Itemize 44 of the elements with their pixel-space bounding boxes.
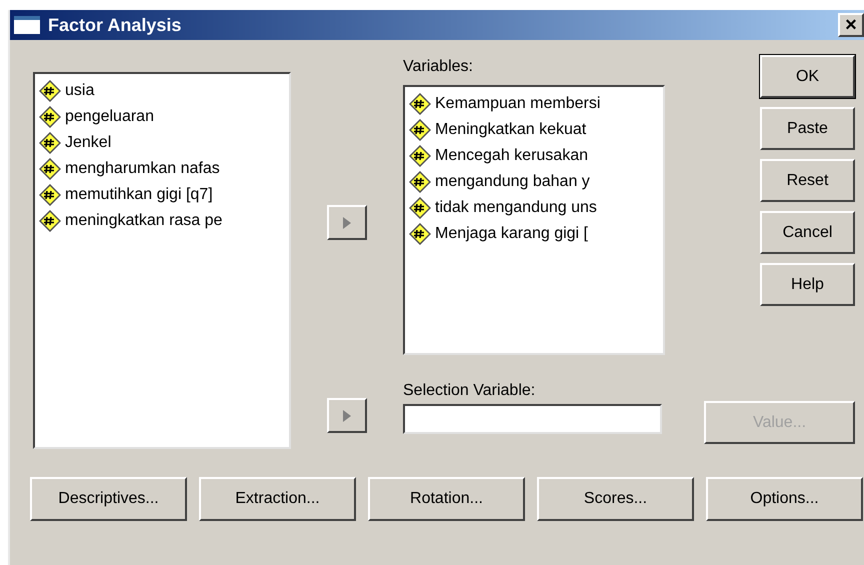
variable-item[interactable]: meningkatkan rasa pe: [39, 208, 289, 234]
variable-item[interactable]: pengeluaran: [39, 104, 289, 130]
play-arrow-icon: [343, 410, 351, 422]
close-button[interactable]: ×: [838, 13, 864, 37]
dialog-button[interactable]: Descriptives...: [30, 477, 187, 521]
window-icon: [14, 16, 40, 34]
numeric-variable-icon: [39, 210, 61, 232]
variable-item[interactable]: tidak mengandung uns: [409, 195, 663, 221]
variable-item[interactable]: Mencegah kerusakan: [409, 143, 663, 169]
numeric-variable-icon: [409, 223, 431, 245]
selection-variable-label: Selection Variable:: [403, 381, 536, 401]
numeric-variable-icon: [409, 197, 431, 219]
numeric-variable-icon: [409, 93, 431, 115]
variable-list[interactable]: Kemampuan membersi Meningkatkan kekuat Mencegah kerusakan mengandung bahan y tidak mengandung uns Menjaga karang gigi [: [403, 85, 665, 355]
dialog-button[interactable]: Paste: [760, 107, 855, 150]
numeric-variable-icon: [409, 171, 431, 193]
numeric-variable-icon: [39, 132, 61, 154]
variable-item[interactable]: usia: [39, 78, 289, 104]
variable-item[interactable]: memutihkan gigi [q7]: [39, 182, 289, 208]
dialog-button[interactable]: Extraction...: [199, 477, 356, 521]
play-arrow-icon: [343, 216, 351, 228]
numeric-variable-icon: [39, 106, 61, 128]
numeric-variable-icon: [409, 145, 431, 167]
variable-item[interactable]: Meningkatkan kekuat: [409, 117, 663, 143]
dialog-button[interactable]: Cancel: [760, 211, 855, 254]
selection-variable-field[interactable]: [403, 404, 662, 434]
numeric-variable-icon: [39, 184, 61, 206]
variable-item[interactable]: Menjaga karang gigi [: [409, 221, 663, 247]
variables-label: Variables:: [403, 57, 474, 77]
variable-list[interactable]: usia pengeluaran Jenkel mengharumkan nafas memutihkan gigi [q7] meningkatkan rasa pe: [33, 72, 291, 449]
variable-item[interactable]: Kemampuan membersi: [409, 91, 663, 117]
numeric-variable-icon: [39, 158, 61, 180]
variable-item[interactable]: Jenkel: [39, 130, 289, 156]
dialog-button[interactable]: Help: [760, 263, 855, 306]
dialog-button[interactable]: Scores...: [537, 477, 694, 521]
dialog-button[interactable]: Rotation...: [368, 477, 525, 521]
variable-item[interactable]: mengharumkan nafas: [39, 156, 289, 182]
variable-item[interactable]: mengandung bahan y: [409, 169, 663, 195]
dialog-button[interactable]: Options...: [706, 477, 863, 521]
dialog-button[interactable]: Reset: [760, 159, 855, 202]
dialog-button[interactable]: OK: [760, 55, 855, 98]
numeric-variable-icon: [39, 80, 61, 102]
numeric-variable-icon: [409, 119, 431, 141]
window-title: Factor Analysis: [48, 14, 182, 37]
